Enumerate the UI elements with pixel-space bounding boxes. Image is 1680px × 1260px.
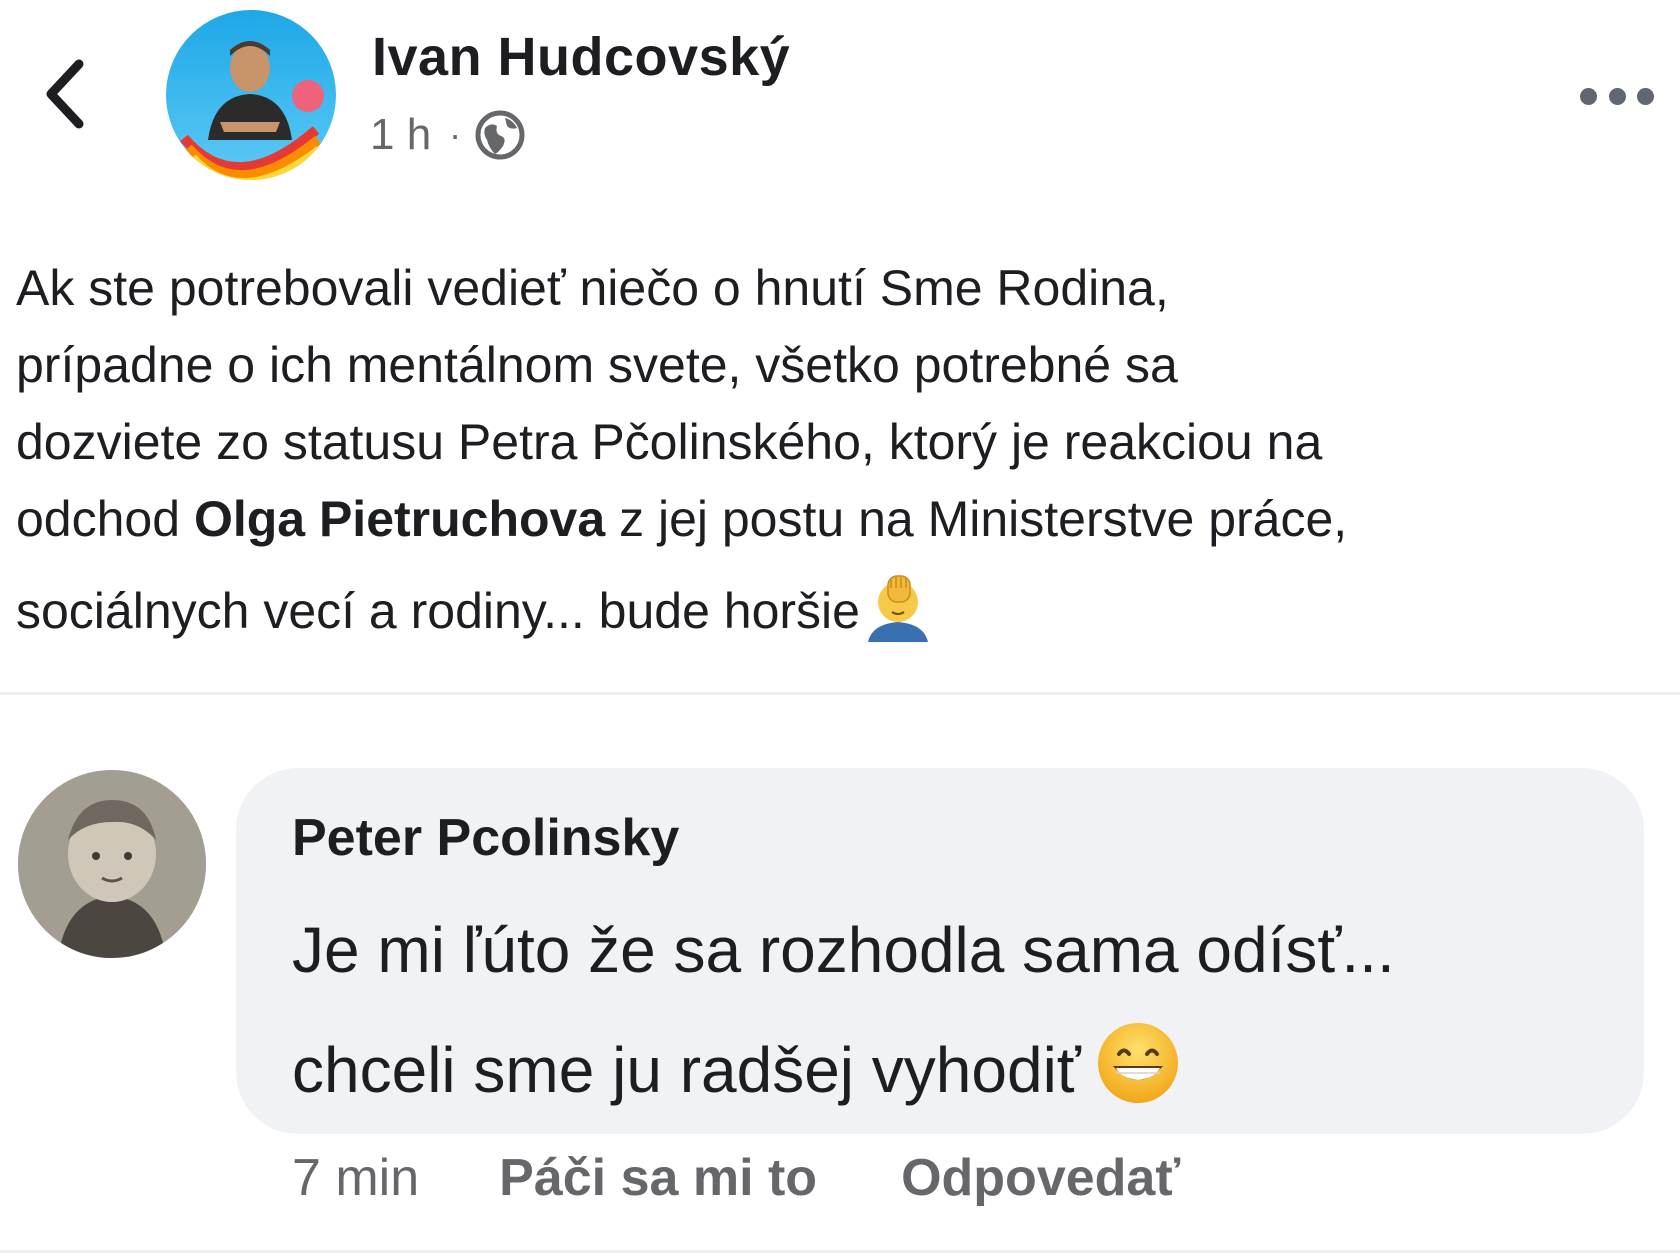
mention-link[interactable]: Olga Pietruchova xyxy=(194,491,605,547)
comment-text-segment: chceli sme ju radšej vyhodiť xyxy=(292,1034,1081,1106)
more-options-button[interactable] xyxy=(1580,76,1654,116)
comment-line: Je mi ľúto že sa rozhodla sama odísť... xyxy=(292,914,1395,986)
post-line: Ak ste potrebovali vedieť niečo o hnutí … xyxy=(16,260,1169,316)
bottom-divider xyxy=(0,1250,1680,1253)
post-meta: 1 h · xyxy=(370,108,527,162)
facepalm-emoji xyxy=(862,572,934,644)
like-button[interactable]: Páči sa mi to xyxy=(499,1148,817,1208)
post-timestamp[interactable]: 1 h xyxy=(370,110,431,160)
back-button[interactable] xyxy=(30,52,100,136)
globe-icon[interactable] xyxy=(473,108,527,162)
more-horizontal-icon xyxy=(1580,87,1597,105)
section-divider xyxy=(0,692,1680,695)
grinning-emoji xyxy=(1095,1020,1181,1106)
author-avatar[interactable] xyxy=(166,10,336,180)
post-line: prípadne o ich mentálnom svete, všetko p… xyxy=(16,337,1178,393)
author-name[interactable]: Ivan Hudcovský xyxy=(372,26,790,88)
comment-timestamp[interactable]: 7 min xyxy=(292,1148,419,1208)
post-line: odchod Olga Pietruchova z jej postu na M… xyxy=(16,481,1656,558)
comment-line: chceli sme ju radšej vyhodiť xyxy=(292,1010,1395,1130)
post-line: dozviete zo statusu Petra Pčolinského, k… xyxy=(16,414,1323,470)
meta-separator: · xyxy=(449,114,462,155)
post-line: sociálnych vecí a rodiny... bude horšie xyxy=(16,572,1656,650)
post-text-segment: sociálnych vecí a rodiny... bude horšie xyxy=(16,583,860,639)
comment-actions: 7 min Páči sa mi to Odpovedať xyxy=(292,1148,1180,1208)
post-text-segment: odchod xyxy=(16,491,194,547)
post-text-segment: z jej postu na Ministerstve práce, xyxy=(605,491,1348,547)
reply-button[interactable]: Odpovedať xyxy=(901,1148,1180,1208)
commenter-avatar[interactable] xyxy=(18,770,206,958)
comment-text: Je mi ľúto že sa rozhodla sama odísť... … xyxy=(292,890,1395,1130)
post-body: Ak ste potrebovali vedieť niečo o hnutí … xyxy=(16,250,1656,650)
commenter-name[interactable]: Peter Pcolinsky xyxy=(292,808,679,868)
chevron-left-icon xyxy=(46,59,84,129)
